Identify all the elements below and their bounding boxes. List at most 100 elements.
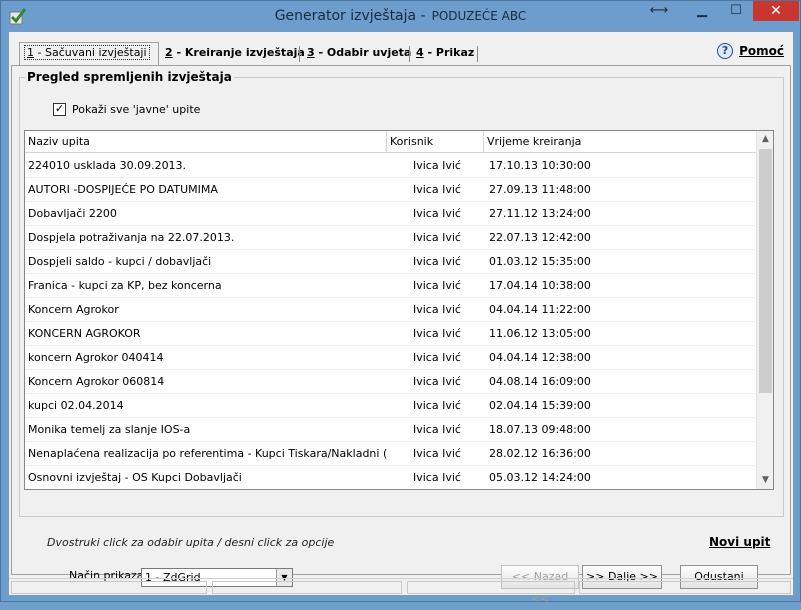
tab-3-label: - Odabir uvjeta <box>318 46 412 59</box>
table-row[interactable]: kupci 02.04.2014 Ivica Ivić 02.04.14 15:39… <box>25 394 756 418</box>
cell-query-name: kupci 02.04.2014 <box>28 399 124 412</box>
tab-3-number: 3 <box>307 46 315 59</box>
status-panel <box>407 581 575 594</box>
cell-created: 02.04.14 15:39:00 <box>489 399 591 412</box>
tab-4-number: 4 <box>416 46 424 59</box>
scroll-down-icon[interactable]: ▼ <box>757 472 773 489</box>
cell-user: Ivica Ivić <box>413 399 461 412</box>
help-link[interactable]: ? Pomoć <box>717 43 784 59</box>
tab-saved-reports[interactable]: 1 - Sačuvani izvještaji <box>19 42 159 65</box>
cell-created: 04.04.14 11:22:00 <box>489 303 591 316</box>
table-row[interactable]: Dospjela potraživanja na 22.07.2013. Ivic… <box>25 226 756 250</box>
cell-query-name: Koncern Agrokor 060814 <box>28 375 165 388</box>
cell-query-name: AUTORI -DOSPIJEĆE PO DATUMIMA <box>28 183 218 196</box>
table-row[interactable]: Koncern Agrokor 060814 Ivica Ivić 04.08.14… <box>25 370 756 394</box>
window-title-company: PODUZEĆE ABC <box>431 9 527 23</box>
usage-hint: Dvostruki click za odabir upita / desni … <box>47 536 335 549</box>
client-area: 1 - Sačuvani izvještaji 2 - Kreiranje iz… <box>8 31 794 605</box>
saved-queries-grid[interactable]: Naziv upita Korisnik Vrijeme kreiranja 2… <box>24 130 774 490</box>
table-row[interactable]: Franica - kupci za KP, bez koncerna Ivica… <box>25 274 756 298</box>
cell-user: Ivica Ivić <box>413 471 461 484</box>
restore-size-icon[interactable]: ⟷ <box>644 1 674 22</box>
cell-user: Ivica Ivić <box>413 207 461 220</box>
cell-user: Ivica Ivić <box>413 159 461 172</box>
table-row[interactable]: AUTORI -DOSPIJEĆE PO DATUMIMA Ivica Ivić 2… <box>25 178 756 202</box>
tab-divider <box>477 46 478 62</box>
status-panel <box>11 581 207 594</box>
cell-user: Ivica Ivić <box>413 183 461 196</box>
cell-query-name: Dobavljači 2200 <box>28 207 117 220</box>
table-row[interactable]: Dobavljači 2200 Ivica Ivić 27.11.12 13:24:… <box>25 202 756 226</box>
table-row[interactable]: 224010 usklada 30.09.2013. Ivica Ivić 17.1… <box>25 154 756 178</box>
saved-reports-group: Pregled spremljenih izvještaja ✓ Pokaži … <box>19 70 784 517</box>
status-panel <box>212 581 402 594</box>
new-query-link[interactable]: Novi upit <box>709 535 770 549</box>
title-bar[interactable]: Generator izvještaja - PODUZEĆE ABC ⟷ ▁ ☐… <box>1 1 800 31</box>
window-title-main: Generator izvještaja - <box>274 8 426 24</box>
cell-query-name: Nenaplaćena realizacija po referentima -… <box>28 447 387 460</box>
vertical-scrollbar[interactable]: ▲ ▼ <box>756 131 773 489</box>
column-header-user[interactable]: Korisnik <box>387 131 484 153</box>
app-window: Generator izvještaja - PODUZEĆE ABC ⟷ ▁ ☐… <box>0 0 801 605</box>
table-row[interactable]: KONCERN AGROKOR Ivica Ivić 11.06.12 13:05:… <box>25 322 756 346</box>
table-row[interactable]: Nenaplaćena realizacija po referentima -… <box>25 442 756 466</box>
cell-created: 27.09.13 11:48:00 <box>489 183 591 196</box>
cell-created: 17.04.14 10:38:00 <box>489 279 591 292</box>
cell-query-name: Dospjela potraživanja na 22.07.2013. <box>28 231 235 244</box>
cell-user: Ivica Ivić <box>413 255 461 268</box>
maximize-icon[interactable]: ☐ <box>721 1 751 22</box>
status-panel <box>579 581 791 594</box>
cell-created: 22.07.13 12:42:00 <box>489 231 591 244</box>
public-queries-checkbox[interactable]: ✓ <box>53 103 66 116</box>
cell-user: Ivica Ivić <box>413 447 461 460</box>
table-row[interactable]: koncern Agrokor 040414 Ivica Ivić 04.04.14… <box>25 346 756 370</box>
tab-1-number: 1 <box>27 46 34 59</box>
tab-create-report[interactable]: 2 - Kreiranje izvještaja <box>161 43 309 64</box>
grid-header: Naziv upita Korisnik Vrijeme kreiranja <box>25 131 756 153</box>
cell-created: 28.02.12 16:36:00 <box>489 447 591 460</box>
cell-user: Ivica Ivić <box>413 375 461 388</box>
public-queries-label: Pokaži sve 'javne' upite <box>72 103 201 116</box>
cell-query-name: Osnovni izvještaj - OS Kupci Dobavljači <box>28 471 242 484</box>
help-question-icon: ? <box>717 43 734 59</box>
cell-user: Ivica Ivić <box>413 351 461 364</box>
minimize-icon[interactable]: ▁ <box>687 1 717 22</box>
scroll-up-icon[interactable]: ▲ <box>757 131 773 148</box>
cell-user: Ivica Ivić <box>413 327 461 340</box>
cell-user: Ivica Ivić <box>413 279 461 292</box>
tab-page-saved-reports: Pregled spremljenih izvještaja ✓ Pokaži … <box>11 65 791 605</box>
cell-user: Ivica Ivić <box>413 423 461 436</box>
tab-2-label: - Kreiranje izvještaja <box>176 46 305 59</box>
tab-display[interactable]: 4 - Prikaz <box>412 43 478 64</box>
column-header-created[interactable]: Vrijeme kreiranja <box>484 131 756 153</box>
window-title: Generator izvještaja - PODUZEĆE ABC <box>1 8 800 24</box>
column-header-name[interactable]: Naziv upita <box>25 131 387 153</box>
scroll-thumb[interactable] <box>759 149 772 393</box>
cell-created: 18.07.13 09:48:00 <box>489 423 591 436</box>
cell-created: 01.03.12 15:35:00 <box>489 255 591 268</box>
table-row[interactable]: Osnovni izvještaj - OS Kupci Dobavljači I… <box>25 466 756 489</box>
cell-query-name: Monika temelj za slanje IOS-a <box>28 423 191 436</box>
tab-2-number: 2 <box>165 46 173 59</box>
status-bar <box>9 578 793 595</box>
cell-created: 11.06.12 13:05:00 <box>489 327 591 340</box>
cell-query-name: Koncern Agrokor <box>28 303 119 316</box>
cell-query-name: KONCERN AGROKOR <box>28 327 141 340</box>
cell-query-name: Franica - kupci za KP, bez koncerna <box>28 279 222 292</box>
table-row[interactable]: Dospjeli saldo - kupci / dobavljači Ivica… <box>25 250 756 274</box>
tab-1-label: - Sačuvani izvještaji <box>37 46 147 59</box>
tab-divider <box>299 46 300 62</box>
tab-divider <box>409 46 410 62</box>
help-label: Pomoć <box>739 44 784 58</box>
cell-created: 27.11.12 13:24:00 <box>489 207 591 220</box>
table-row[interactable]: Monika temelj za slanje IOS-a Ivica Ivić 1… <box>25 418 756 442</box>
cell-query-name: koncern Agrokor 040414 <box>28 351 164 364</box>
close-icon[interactable]: ✕ <box>753 1 799 21</box>
cell-created: 17.10.13 10:30:00 <box>489 159 591 172</box>
public-queries-checkbox-row[interactable]: ✓ Pokaži sve 'javne' upite <box>53 103 200 116</box>
cell-created: 04.08.14 16:09:00 <box>489 375 591 388</box>
tab-select-conditions[interactable]: 3 - Odabir uvjeta <box>303 43 415 64</box>
cell-user: Ivica Ivić <box>413 231 461 244</box>
cell-created: 05.03.12 14:24:00 <box>489 471 591 484</box>
table-row[interactable]: Koncern Agrokor Ivica Ivić 04.04.14 11:22:… <box>25 298 756 322</box>
